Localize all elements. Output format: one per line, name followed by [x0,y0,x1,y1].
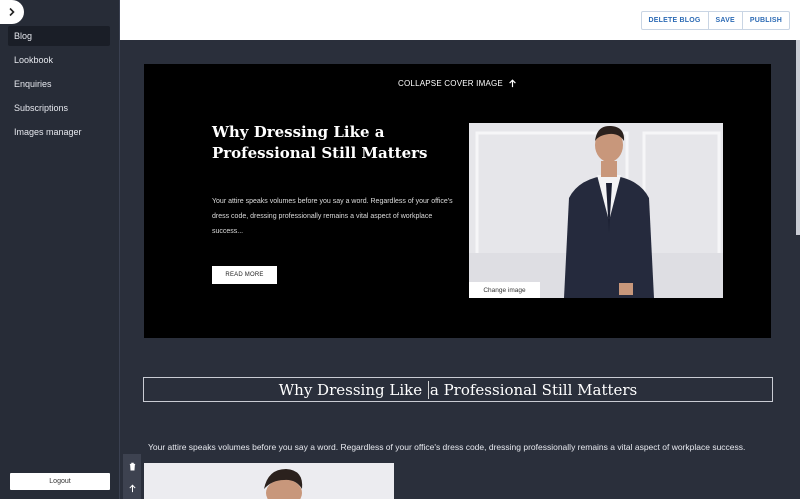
collapse-cover-button[interactable]: COLLAPSE COVER IMAGE [144,79,771,88]
read-more-button[interactable]: READ MORE [212,266,277,284]
action-button-group: DELETE BLOG SAVE PUBLISH [640,11,790,30]
content-image [144,463,394,499]
sidebar-nav: Blog Lookbook Enquiries Subscriptions Im… [8,26,110,146]
arrow-up-icon [509,79,516,88]
text-caret [427,380,429,399]
title-text-before-caret: Why Dressing Like [278,380,427,399]
cover-excerpt: Your attire speaks volumes before you sa… [212,198,453,235]
collapse-cover-label: COLLAPSE COVER IMAGE [398,79,503,88]
title-input[interactable]: Why Dressing Like a Professional Still M… [143,377,773,402]
title-text-after-caret: a Professional Still Matters [429,380,638,399]
page-scrollbar[interactable] [796,40,800,235]
sidebar-item-lookbook[interactable]: Lookbook [8,50,110,70]
sidebar: Blog Lookbook Enquiries Subscriptions Im… [0,0,120,499]
change-image-button[interactable]: Change image [469,282,540,298]
logout-button[interactable]: Logout [10,473,110,490]
sidebar-toggle-button[interactable] [0,0,24,24]
top-bar: DELETE BLOG SAVE PUBLISH [120,0,800,40]
trash-icon [129,462,135,470]
cover-section: COLLAPSE COVER IMAGE Why Dressing Like a… [144,64,771,338]
cover-photo [469,123,723,298]
delete-blog-button[interactable]: DELETE BLOG [642,12,708,29]
sidebar-item-images-manager[interactable]: Images manager [8,122,110,142]
block-tool-rail [123,454,141,499]
cover-image [469,123,723,298]
save-button[interactable]: SAVE [707,12,742,29]
publish-button[interactable]: PUBLISH [741,12,789,29]
move-up-button[interactable] [123,478,141,498]
arrow-up-icon [128,484,136,492]
sidebar-item-subscriptions[interactable]: Subscriptions [8,98,110,118]
content-paragraph[interactable]: Your attire speaks volumes before you sa… [148,441,778,453]
content-photo [144,463,394,499]
delete-block-button[interactable] [123,456,141,476]
sidebar-item-enquiries[interactable]: Enquiries [8,74,110,94]
sidebar-item-blog[interactable]: Blog [8,26,110,46]
chevron-right-icon [9,7,15,17]
cover-title: Why Dressing Like a Professional Still M… [212,123,428,162]
